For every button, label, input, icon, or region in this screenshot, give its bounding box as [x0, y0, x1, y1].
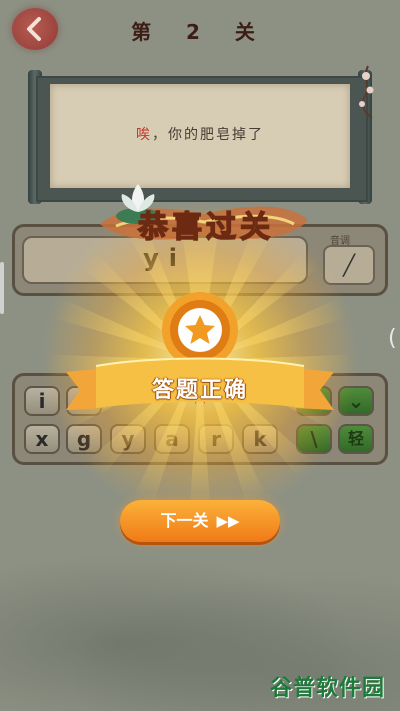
tone-mark-icon: ╱: [343, 253, 356, 277]
success-title: 恭喜过关: [137, 209, 274, 246]
page-title: 第 2 关: [131, 20, 269, 44]
fast-forward-icon: ▶▶: [216, 512, 240, 530]
plum-blossom-ornament: [359, 65, 374, 119]
side-drawer-handle[interactable]: [0, 262, 4, 314]
next-level-button[interactable]: 下一关 ▶▶: [120, 500, 280, 542]
result-text: 答题正确: [151, 378, 248, 403]
hint-text: ，你的肥皂掉了: [152, 127, 264, 143]
edge-handle-icon[interactable]: (: [388, 326, 397, 351]
question-hint: 唉，你的肥皂掉了: [50, 124, 350, 144]
hint-highlight: 唉: [136, 127, 152, 143]
watermark-logo: 谷普软件园: [270, 676, 386, 701]
next-level-label: 下一关: [160, 511, 209, 530]
